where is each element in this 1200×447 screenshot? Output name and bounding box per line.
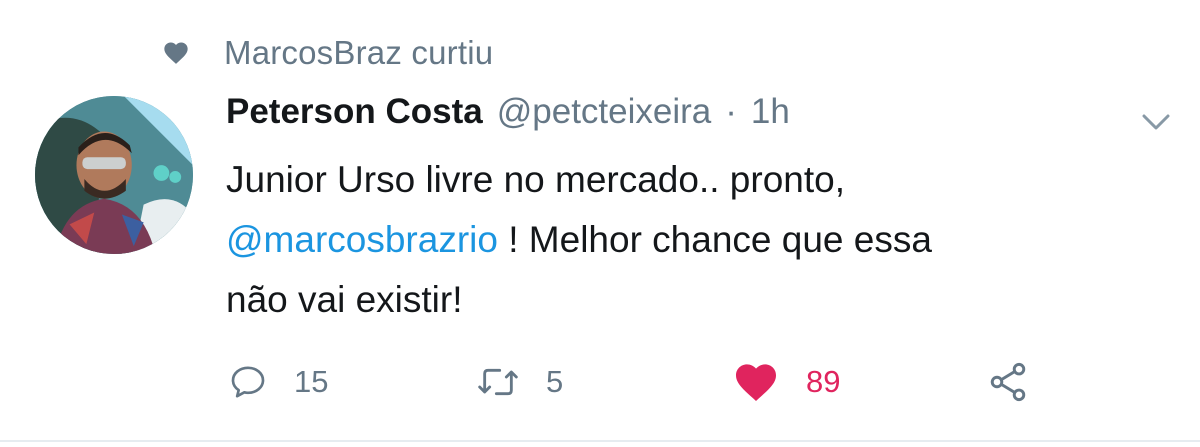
share-button[interactable] <box>986 360 1030 404</box>
separator-dot: · <box>725 92 737 131</box>
avatar[interactable] <box>35 96 193 254</box>
retweet-count: 5 <box>546 364 564 399</box>
heart-icon <box>736 364 776 401</box>
tweet-text: Junior Urso livre no mercado.. pronto, @… <box>226 150 1166 330</box>
reply-button[interactable]: 15 <box>228 360 328 404</box>
social-context-text[interactable]: MarcosBraz curtiu <box>224 34 493 72</box>
tweet-timestamp[interactable]: 1h <box>751 92 790 132</box>
reply-count: 15 <box>294 364 329 399</box>
tweet-header: Peterson Costa @petcteixeira · 1h <box>226 92 790 138</box>
author-name[interactable]: Peterson Costa <box>226 92 483 132</box>
reply-icon <box>231 366 265 398</box>
mention-link[interactable]: @marcosbrazrio <box>226 219 498 260</box>
share-icon <box>990 362 1026 402</box>
tweet-text-line-2-rest: ! Melhor chance que essa <box>497 219 932 260</box>
social-context: MarcosBraz curtiu <box>162 30 493 76</box>
author-handle[interactable]: @petcteixeira <box>497 92 712 132</box>
like-count: 89 <box>806 364 841 399</box>
heart-icon <box>164 42 188 64</box>
tweet-text-line-3: não vai existir! <box>226 279 463 320</box>
like-button[interactable]: 89 <box>732 360 840 404</box>
retweet-button[interactable]: 5 <box>476 360 563 404</box>
tweet-card[interactable]: MarcosBraz curtiu Peterson Costa @petcte… <box>0 0 1200 447</box>
tweet-actions: 15 5 89 <box>226 360 1126 404</box>
tweet-text-line-1: Junior Urso livre no mercado.. pronto, <box>226 159 845 200</box>
tweet-text-line-2: @marcosbrazrio ! Melhor chance que essa <box>226 210 1166 270</box>
chevron-down-icon[interactable] <box>1138 104 1174 140</box>
retweet-icon <box>478 368 518 396</box>
avatar-image <box>35 96 193 254</box>
divider <box>0 440 1200 442</box>
